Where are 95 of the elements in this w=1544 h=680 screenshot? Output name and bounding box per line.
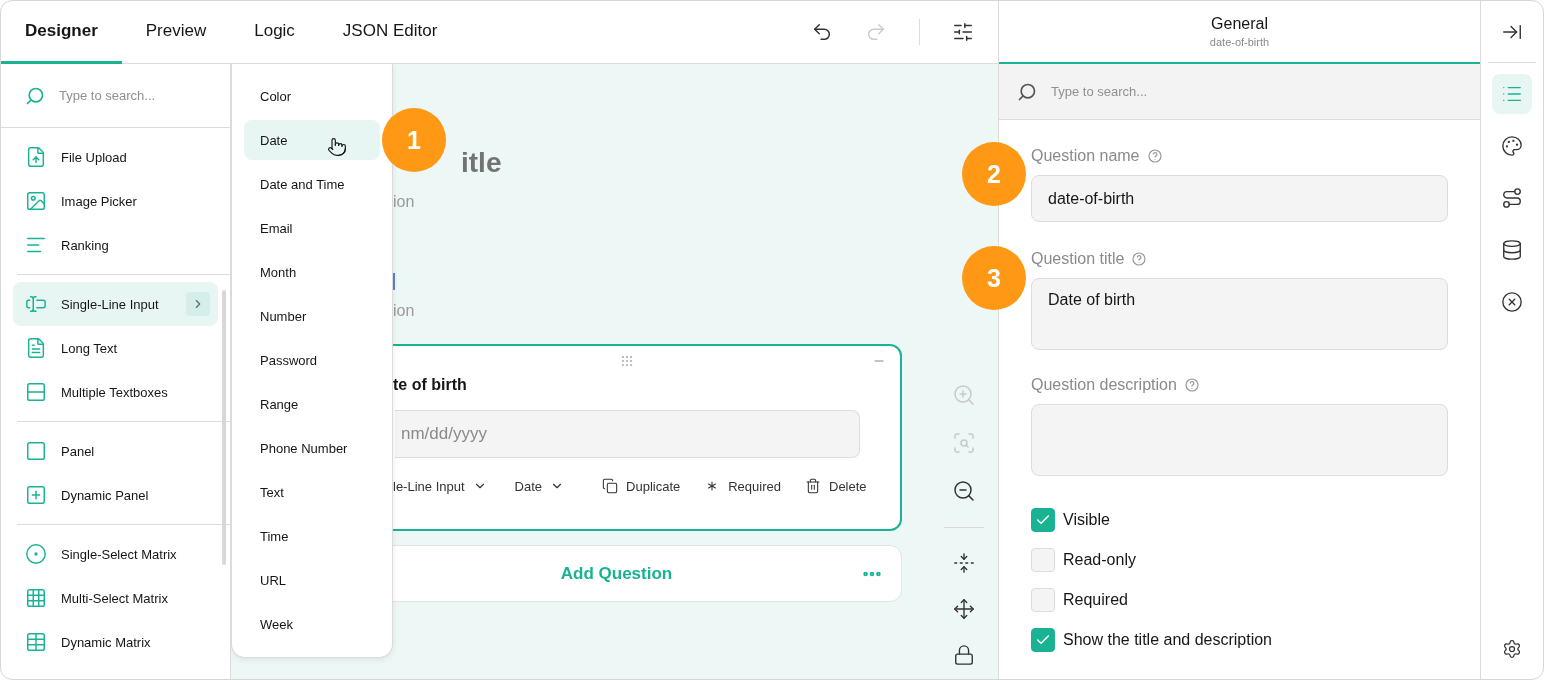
step-badge: 2 [962, 142, 1026, 206]
text-area[interactable]: Date of birth [1031, 278, 1448, 350]
panel-title: General [1211, 15, 1268, 33]
zoom-out-icon[interactable] [951, 479, 976, 503]
item-label: Dynamic Panel [61, 487, 150, 503]
hand-cursor-icon [327, 137, 348, 157]
action-button[interactable]: Delete [805, 478, 867, 494]
toolbox-item[interactable]: Panel [13, 429, 218, 473]
survey-title: itle [460, 147, 503, 179]
search-field[interactable]: Type to search... [57, 87, 207, 104]
x-circle-icon [1501, 291, 1523, 313]
toolbox-item[interactable]: Multi-Select Matrix [13, 576, 218, 620]
tab[interactable]: Preview [121, 1, 231, 64]
toolbox-item[interactable]: Multiple Textboxes [13, 370, 218, 414]
collapse-all-icon[interactable] [952, 552, 975, 574]
help-icon[interactable] [1147, 149, 1162, 163]
text-cursor-icon [25, 293, 47, 315]
submenu-item[interactable]: Number [244, 296, 380, 336]
submenu-item[interactable]: Week [244, 604, 380, 644]
input-type-dropdown[interactable]: Date [514, 478, 565, 494]
undo-icon[interactable] [811, 21, 833, 43]
submenu-item[interactable]: Color [244, 76, 380, 116]
toolbox-item[interactable]: Dynamic Panel [13, 473, 218, 517]
toolbox-item[interactable]: Single-Line Input [13, 282, 218, 326]
checkbox-label: Required [1063, 591, 1128, 609]
checkbox[interactable] [1031, 628, 1055, 652]
step-badge: 3 [962, 246, 1026, 310]
action-button[interactable]: Required [704, 478, 781, 494]
submenu-button[interactable] [186, 292, 210, 316]
submenu-item[interactable]: Range [244, 384, 380, 424]
search-icon [1017, 81, 1037, 102]
input-field[interactable]: date-of-birth [1031, 175, 1448, 222]
item-label: Single-Select Matrix [61, 546, 178, 562]
item-label: Multiple Textboxes [61, 384, 169, 400]
palette-icon [1501, 135, 1523, 157]
help-icon[interactable] [1184, 378, 1199, 392]
duplicate-icon [602, 478, 619, 494]
trash-icon [805, 478, 821, 494]
field-label: Question name [1031, 147, 1140, 165]
checkbox-label: Visible [1063, 511, 1110, 529]
settings-icon[interactable] [1502, 639, 1522, 659]
text-caret [393, 273, 395, 290]
settings-icon[interactable] [952, 21, 974, 43]
circle-dot-icon [25, 543, 47, 565]
question-type-dropdown[interactable]: le-Line Input [393, 478, 487, 494]
question-title: te of birth [393, 376, 468, 394]
item-label: Long Text [61, 340, 119, 356]
document-icon [25, 337, 47, 359]
move-icon[interactable] [952, 598, 975, 620]
tab[interactable]: Logic [230, 1, 319, 64]
upload-icon [25, 146, 47, 168]
grid-icon [25, 587, 47, 609]
rows-icon [25, 381, 47, 403]
submenu-item[interactable]: Email [244, 208, 380, 248]
item-label: Dynamic Matrix [61, 634, 152, 650]
item-label: Single-Line Input [61, 296, 160, 312]
toolbox-item[interactable]: Image Picker [13, 179, 218, 223]
checkbox-label: Show the title and description [1063, 631, 1272, 649]
panel-subtitle: date-of-birth [1209, 36, 1270, 48]
plus-square-icon [25, 484, 47, 506]
field-label: Question description [1031, 376, 1177, 394]
database-icon [1501, 239, 1523, 261]
page-description: ion [392, 302, 416, 320]
item-label: Image Picker [61, 193, 138, 209]
field-label: Question title [1031, 250, 1125, 268]
tab[interactable]: JSON Editor [318, 1, 462, 64]
submenu-item[interactable]: Text [244, 472, 380, 512]
checkbox-label: Read-only [1063, 551, 1136, 569]
scrollbar-thumb[interactable] [222, 290, 226, 565]
submenu-item[interactable]: Date and Time [244, 164, 380, 204]
submenu-item[interactable]: Date [244, 120, 380, 160]
square-icon [25, 440, 47, 462]
help-icon[interactable] [1132, 252, 1147, 266]
drag-handle-icon[interactable] [619, 354, 634, 368]
table-icon [25, 631, 47, 653]
item-label: File Upload [61, 149, 128, 165]
toolbox-item[interactable]: File Upload [13, 135, 218, 179]
search-icon [25, 85, 45, 106]
checkbox[interactable] [1031, 508, 1055, 532]
item-label: Ranking [61, 237, 110, 253]
toolbox-item[interactable]: Ranking [13, 223, 218, 267]
toolbox-item[interactable]: Long Text [13, 326, 218, 370]
toolbox-item[interactable]: Single-Select Matrix [13, 532, 218, 576]
submenu-item[interactable]: Password [244, 340, 380, 380]
submenu-item[interactable]: Phone Number [244, 428, 380, 468]
action-button[interactable]: Duplicate [602, 478, 681, 494]
submenu-item[interactable]: Month [244, 252, 380, 292]
lock-icon[interactable] [952, 644, 975, 666]
image-icon [25, 190, 47, 212]
search-field[interactable]: Type to search... [1049, 83, 1199, 100]
toolbox-item[interactable]: Dynamic Matrix [13, 620, 218, 664]
item-label: Panel [61, 443, 96, 459]
route-icon [1501, 187, 1523, 209]
item-label: Multi-Select Matrix [61, 590, 169, 606]
survey-description: ion [392, 193, 416, 211]
